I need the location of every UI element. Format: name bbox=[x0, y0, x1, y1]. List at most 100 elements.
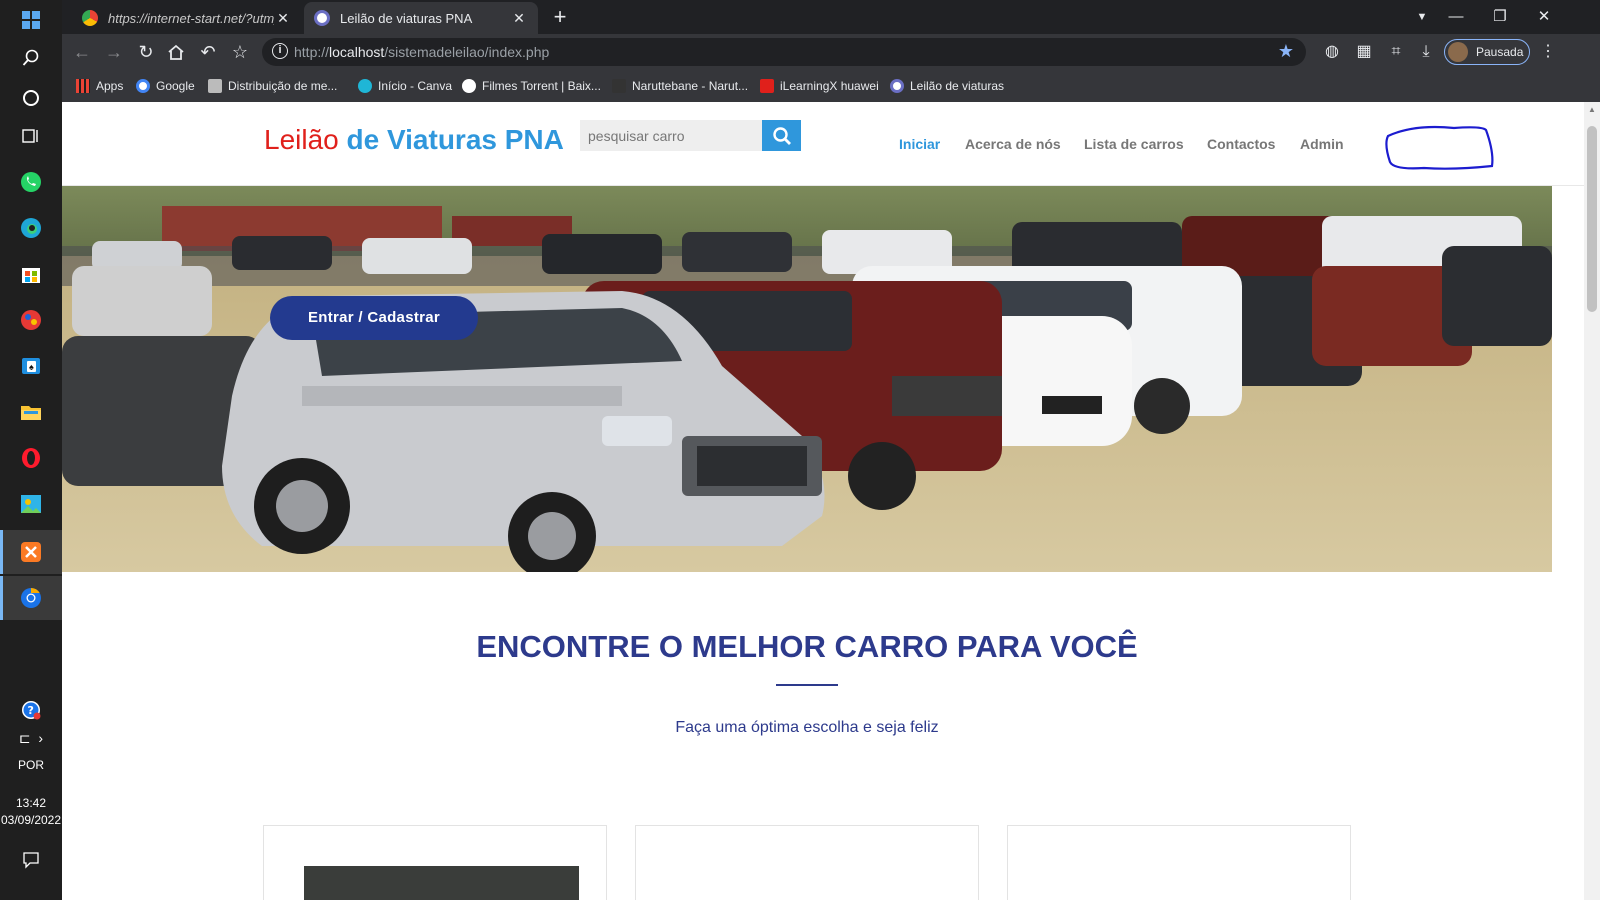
browser-window: https://internet-start.net/?utm_so ✕ Lei… bbox=[62, 0, 1600, 102]
new-tab-button[interactable]: + bbox=[548, 6, 572, 30]
site-info-icon[interactable]: i bbox=[272, 43, 288, 59]
hero-cars-image bbox=[62, 186, 1552, 572]
truck-icon bbox=[208, 79, 222, 93]
car-image[interactable] bbox=[304, 866, 579, 900]
nav-lista-carros[interactable]: Lista de carros bbox=[1084, 136, 1184, 152]
task-view-icon[interactable] bbox=[13, 118, 49, 154]
photos-app-icon[interactable] bbox=[13, 486, 49, 522]
bookmark-label: iLearningX huawei bbox=[780, 79, 879, 93]
url-text[interactable]: http://localhost/sistemadeleilao/index.p… bbox=[294, 44, 549, 60]
scroll-up-arrow-icon[interactable]: ▲ bbox=[1584, 102, 1600, 118]
language-indicator[interactable]: POR bbox=[0, 758, 62, 772]
notifications-icon[interactable] bbox=[13, 842, 49, 878]
scrollbar-thumb[interactable] bbox=[1587, 126, 1597, 312]
tab-internet-start[interactable]: https://internet-start.net/?utm_so ✕ bbox=[72, 2, 302, 34]
search-button[interactable] bbox=[762, 120, 801, 151]
restore-button[interactable]: ❐ bbox=[1480, 4, 1520, 30]
nav-iniciar[interactable]: Iniciar bbox=[899, 136, 940, 152]
bookmark-leilao[interactable]: Leilão de viaturas bbox=[890, 76, 1004, 96]
bookmark-distribuicao[interactable]: Distribuição de me... bbox=[208, 76, 337, 96]
car-card[interactable] bbox=[1007, 825, 1351, 900]
torrent-icon bbox=[462, 79, 476, 93]
menu-dots-icon[interactable]: ⋮ bbox=[1534, 38, 1562, 66]
undo-icon[interactable]: ↶ bbox=[194, 38, 222, 66]
naruto-icon bbox=[612, 79, 626, 93]
download-icon[interactable]: ⤓ bbox=[1412, 38, 1440, 66]
tab-title: https://internet-start.net/?utm_so bbox=[108, 10, 274, 26]
close-tab-icon[interactable]: ✕ bbox=[274, 10, 292, 27]
bookmark-star-icon[interactable]: ☆ bbox=[226, 38, 254, 66]
avatar bbox=[1448, 42, 1468, 62]
tab-title: Leilão de viaturas PNA bbox=[340, 10, 473, 26]
site-favicon-icon bbox=[890, 79, 904, 93]
section-divider bbox=[776, 684, 838, 686]
network-icon[interactable]: ⊏ › bbox=[0, 730, 62, 747]
car-card[interactable] bbox=[263, 825, 607, 900]
bookmark-apps[interactable]: Apps bbox=[76, 76, 123, 96]
file-explorer-icon[interactable] bbox=[13, 394, 49, 430]
bookmark-naruttebane[interactable]: Naruttebane - Narut... bbox=[612, 76, 748, 96]
edge-icon[interactable] bbox=[13, 210, 49, 246]
page-scrollbar[interactable]: ▲ bbox=[1584, 102, 1600, 900]
profile-button[interactable]: Pausada bbox=[1444, 39, 1530, 65]
browser-toolbar: ← → ↻ ↶ ☆ i http://localhost/sistemadele… bbox=[62, 34, 1600, 70]
site-logo[interactable]: Leilão de Viaturas PNA bbox=[264, 124, 564, 156]
canva-icon bbox=[358, 79, 372, 93]
hero-banner: Entrar / Cadastrar bbox=[62, 186, 1552, 572]
nav-acerca[interactable]: Acerca de nós bbox=[965, 136, 1061, 152]
close-window-button[interactable]: ✕ bbox=[1524, 4, 1564, 30]
brand-part-2: de Viaturas PNA bbox=[346, 124, 564, 155]
bookmark-label: Leilão de viaturas bbox=[910, 79, 1005, 93]
chrome-icon[interactable] bbox=[13, 580, 49, 616]
section-subtitle: Faça uma óptima escolha e seja feliz bbox=[675, 719, 939, 736]
apps-grid-icon bbox=[76, 79, 90, 93]
brand-part-1: Leilão bbox=[264, 124, 339, 155]
home-icon[interactable] bbox=[162, 38, 190, 66]
huawei-icon bbox=[760, 79, 774, 93]
bookmark-label: Google bbox=[156, 79, 195, 93]
solitaire-icon[interactable]: ♠ bbox=[13, 348, 49, 384]
whatsapp-icon[interactable] bbox=[13, 164, 49, 200]
minimize-button[interactable]: — bbox=[1436, 4, 1476, 30]
page-viewport: Leilão de Viaturas PNA Iniciar Acerca de… bbox=[62, 102, 1600, 900]
section-title: ENCONTRE O MELHOR CARRO PARA VOCÊ bbox=[476, 629, 1138, 664]
search-icon bbox=[772, 126, 791, 145]
forward-icon[interactable]: → bbox=[100, 38, 128, 66]
apps-grid-icon[interactable]: ▦ bbox=[1350, 38, 1378, 66]
close-tab-icon[interactable]: ✕ bbox=[510, 10, 528, 27]
address-bar[interactable]: i http://localhost/sistemadeleilao/index… bbox=[262, 38, 1306, 66]
clock-time[interactable]: 13:42 bbox=[0, 796, 62, 810]
cortana-icon[interactable] bbox=[13, 80, 49, 116]
bookmark-label: Início - Canva bbox=[378, 79, 453, 93]
nav-admin[interactable]: Admin bbox=[1300, 136, 1344, 152]
nav-contactos[interactable]: Contactos bbox=[1207, 136, 1275, 152]
store-icon[interactable] bbox=[13, 256, 49, 292]
search-form bbox=[580, 120, 801, 151]
bookmark-ilearningx[interactable]: iLearningX huawei bbox=[760, 76, 879, 96]
site-header: Leilão de Viaturas PNA Iniciar Acerca de… bbox=[62, 102, 1584, 186]
bookmarked-star-icon[interactable]: ★ bbox=[1278, 41, 1294, 62]
opera-icon[interactable] bbox=[13, 440, 49, 476]
bookmark-google[interactable]: Google bbox=[136, 76, 195, 96]
tab-leilao[interactable]: Leilão de viaturas PNA ✕ bbox=[304, 2, 538, 34]
search-icon[interactable] bbox=[13, 40, 49, 76]
svg-text:?: ? bbox=[28, 704, 34, 717]
xampp-icon[interactable] bbox=[13, 534, 49, 570]
profile-label: Pausada bbox=[1476, 45, 1524, 59]
site-favicon-icon bbox=[314, 10, 330, 26]
bookmark-label: Apps bbox=[96, 79, 124, 93]
paint-app-icon[interactable] bbox=[13, 302, 49, 338]
crop-icon[interactable]: ⌗ bbox=[1382, 38, 1410, 66]
clock-date[interactable]: 03/09/2022 bbox=[0, 813, 62, 827]
bookmark-filmes-torrent[interactable]: Filmes Torrent | Baix... bbox=[462, 76, 601, 96]
search-input[interactable] bbox=[580, 120, 762, 151]
extension-icon[interactable]: ◍ bbox=[1318, 38, 1346, 66]
windows-start-icon[interactable] bbox=[13, 2, 49, 38]
help-icon[interactable]: ? bbox=[13, 692, 49, 728]
login-register-button[interactable]: Entrar / Cadastrar bbox=[270, 296, 478, 340]
bookmark-canva[interactable]: Início - Canva bbox=[358, 76, 452, 96]
reload-icon[interactable]: ↻ bbox=[132, 38, 160, 66]
car-card[interactable] bbox=[635, 825, 979, 900]
back-icon[interactable]: ← bbox=[68, 38, 96, 66]
windows-taskbar: ♠ ? ⊏ › POR 13:42 03/09/2022 bbox=[0, 0, 62, 900]
